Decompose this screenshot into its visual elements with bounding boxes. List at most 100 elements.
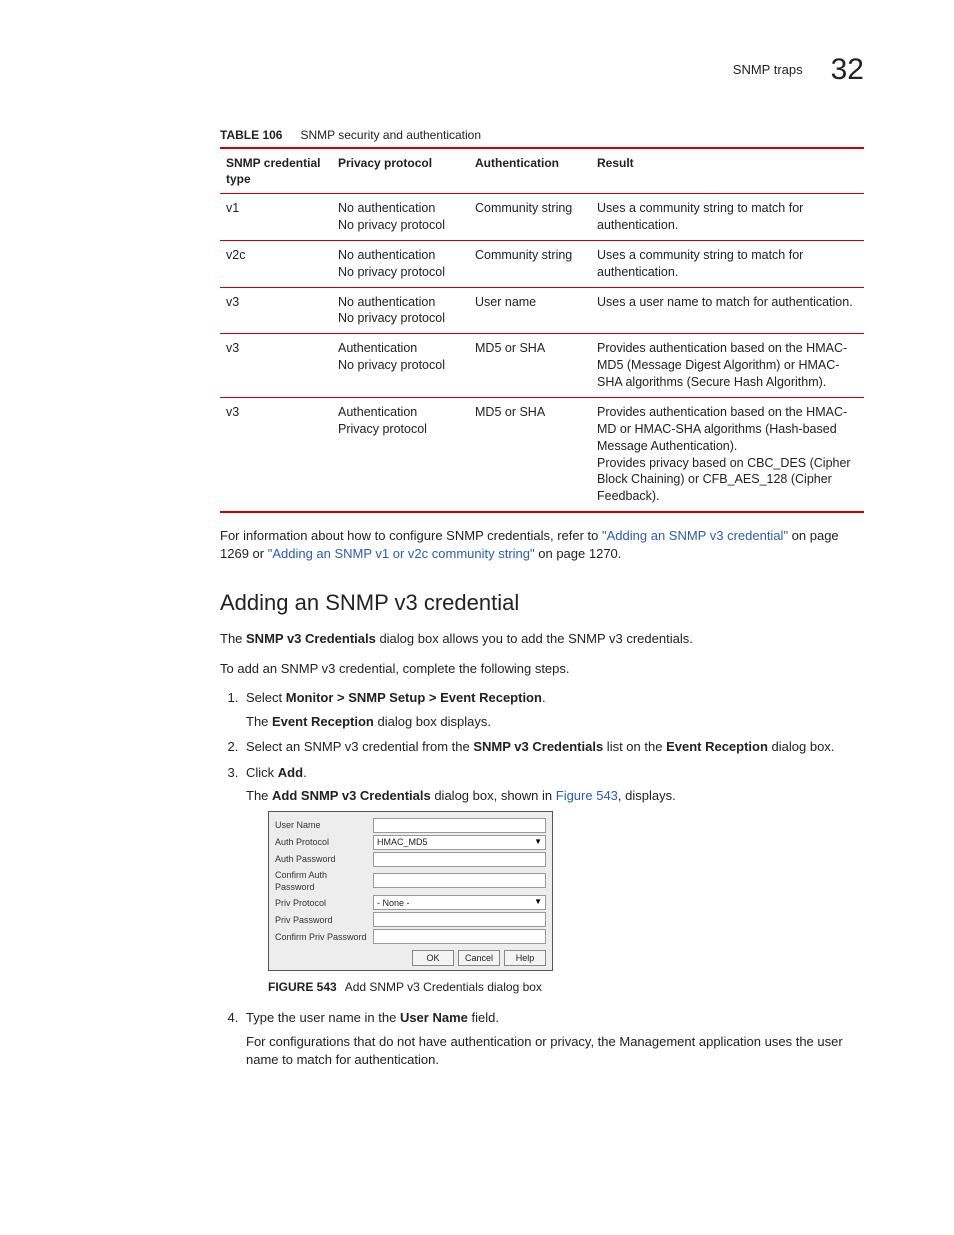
table-cell: Community string: [469, 240, 591, 287]
step-4-sub: For configurations that do not have auth…: [246, 1033, 864, 1068]
label-confirm-auth-password: Confirm Auth Password: [275, 869, 369, 893]
table-cell: Provides authentication based on the HMA…: [591, 334, 864, 398]
table-cell: Community string: [469, 194, 591, 241]
bold-snmpv3-credentials: SNMP v3 Credentials: [246, 631, 376, 646]
auth-protocol-select[interactable]: HMAC_MD5 ▼: [373, 835, 546, 850]
text: dialog box displays.: [374, 714, 491, 729]
bold-snmpv3-list: SNMP v3 Credentials: [473, 739, 603, 754]
label-priv-password: Priv Password: [275, 914, 369, 926]
section-p1: The SNMP v3 Credentials dialog box allow…: [220, 630, 864, 648]
priv-protocol-value: - None -: [377, 897, 410, 909]
step-3-sub: The Add SNMP v3 Credentials dialog box, …: [246, 787, 864, 805]
text: Type the user name in the: [246, 1010, 400, 1025]
menu-path: Monitor > SNMP Setup > Event Reception: [286, 690, 542, 705]
bold-event-reception: Event Reception: [272, 714, 374, 729]
bold-event-reception2: Event Reception: [666, 739, 768, 754]
figure-link[interactable]: Figure 543: [556, 788, 618, 803]
table-cell: Uses a user name to match for authentica…: [591, 287, 864, 334]
priv-protocol-select[interactable]: - None - ▼: [373, 895, 546, 910]
table-row: v3Authentication Privacy protocolMD5 or …: [220, 397, 864, 512]
text: .: [542, 690, 546, 705]
figure-text: Add SNMP v3 Credentials dialog box: [345, 980, 542, 994]
table-caption-text: SNMP security and authentication: [300, 128, 481, 142]
text: .: [303, 765, 307, 780]
text: The: [246, 788, 272, 803]
step-4: Type the user name in the User Name fiel…: [242, 1009, 864, 1068]
table-cell: MD5 or SHA: [469, 334, 591, 398]
label-auth-password: Auth Password: [275, 853, 369, 865]
label-auth-protocol: Auth Protocol: [275, 836, 369, 848]
table-cell: Authentication No privacy protocol: [332, 334, 469, 398]
priv-password-field[interactable]: [373, 912, 546, 927]
th-auth: Authentication: [469, 148, 591, 194]
text: Select an SNMP v3 credential from the: [246, 739, 473, 754]
table-cell: v1: [220, 194, 332, 241]
label-user-name: User Name: [275, 819, 369, 831]
th-type: SNMP credential type: [220, 148, 332, 194]
auth-password-field[interactable]: [373, 852, 546, 867]
figure-label: FIGURE 543: [268, 980, 337, 994]
text: dialog box.: [768, 739, 835, 754]
table-cell: No authentication No privacy protocol: [332, 194, 469, 241]
table-cell: MD5 or SHA: [469, 397, 591, 512]
table-caption: TABLE 106 SNMP security and authenticatio…: [220, 127, 864, 143]
text: The: [246, 714, 272, 729]
text: dialog box, shown in: [431, 788, 556, 803]
table-cell: Authentication Privacy protocol: [332, 397, 469, 512]
chevron-down-icon: ▼: [534, 897, 542, 908]
table-cell: User name: [469, 287, 591, 334]
section-p2: To add an SNMP v3 credential, complete t…: [220, 660, 864, 678]
table-cell: No authentication No privacy protocol: [332, 240, 469, 287]
text: The: [220, 631, 246, 646]
step-1: Select Monitor > SNMP Setup > Event Rece…: [242, 689, 864, 730]
step-2: Select an SNMP v3 credential from the SN…: [242, 738, 864, 756]
dialog-buttons: OK Cancel Help: [275, 950, 546, 966]
text: Click: [246, 765, 278, 780]
text: , displays.: [618, 788, 676, 803]
link-add-v3[interactable]: "Adding an SNMP v3 credential": [602, 528, 788, 543]
text: field.: [468, 1010, 499, 1025]
text: Select: [246, 690, 286, 705]
confirm-priv-password-field[interactable]: [373, 929, 546, 944]
table-cell: v3: [220, 334, 332, 398]
table-row: v1No authentication No privacy protocolC…: [220, 194, 864, 241]
bold-user-name: User Name: [400, 1010, 468, 1025]
bold-add: Add: [278, 765, 303, 780]
table-cell: Provides authentication based on the HMA…: [591, 397, 864, 512]
text: list on the: [603, 739, 666, 754]
steps-list: Select Monitor > SNMP Setup > Event Rece…: [220, 689, 864, 1068]
table-cell: No authentication No privacy protocol: [332, 287, 469, 334]
table-label: TABLE 106: [220, 128, 282, 142]
table-row: v3Authentication No privacy protocolMD5 …: [220, 334, 864, 398]
label-confirm-priv-password: Confirm Priv Password: [275, 931, 369, 943]
table-cell: Uses a community string to match for aut…: [591, 194, 864, 241]
step-3: Click Add. The Add SNMP v3 Credentials d…: [242, 764, 864, 996]
chapter-number: 32: [831, 50, 864, 91]
link-add-v1v2c[interactable]: "Adding an SNMP v1 or v2c community stri…: [268, 546, 535, 561]
label-priv-protocol: Priv Protocol: [275, 897, 369, 909]
intro-pre: For information about how to configure S…: [220, 528, 602, 543]
section-heading: Adding an SNMP v3 credential: [220, 588, 864, 618]
table-row: v3No authentication No privacy protocolU…: [220, 287, 864, 334]
table-cell: v3: [220, 287, 332, 334]
user-name-field[interactable]: [373, 818, 546, 833]
chevron-down-icon: ▼: [534, 837, 542, 848]
ok-button[interactable]: OK: [412, 950, 454, 966]
confirm-auth-password-field[interactable]: [373, 873, 546, 888]
table-cell: Uses a community string to match for aut…: [591, 240, 864, 287]
security-table: SNMP credential type Privacy protocol Au…: [220, 147, 864, 514]
bold-add-credentials: Add SNMP v3 Credentials: [272, 788, 431, 803]
auth-protocol-value: HMAC_MD5: [377, 836, 428, 848]
intro-paragraph: For information about how to configure S…: [220, 527, 864, 562]
header-title: SNMP traps: [733, 61, 803, 79]
th-privacy: Privacy protocol: [332, 148, 469, 194]
help-button[interactable]: Help: [504, 950, 546, 966]
table-header-row: SNMP credential type Privacy protocol Au…: [220, 148, 864, 194]
th-result: Result: [591, 148, 864, 194]
figure-caption: FIGURE 543 Add SNMP v3 Credentials dialog…: [268, 979, 864, 995]
text: dialog box allows you to add the SNMP v3…: [376, 631, 693, 646]
table-cell: v3: [220, 397, 332, 512]
table-row: v2cNo authentication No privacy protocol…: [220, 240, 864, 287]
intro-post: on page 1270.: [535, 546, 622, 561]
cancel-button[interactable]: Cancel: [458, 950, 500, 966]
